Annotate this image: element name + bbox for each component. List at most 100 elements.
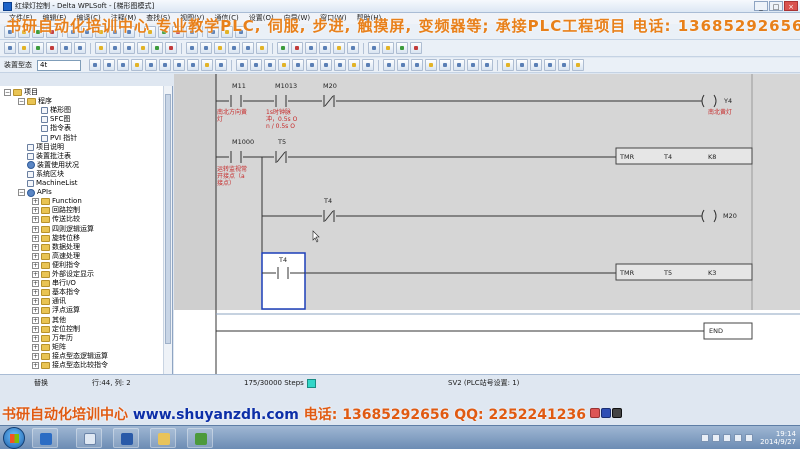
ladder-element-icon[interactable] — [264, 59, 276, 71]
tree-expander-icon[interactable]: + — [32, 271, 39, 278]
minimize-button[interactable]: _ — [754, 1, 768, 11]
tree-item[interactable]: + 基本指令 — [32, 288, 80, 297]
ladder-element-icon[interactable] — [383, 59, 395, 71]
toolbar-tool-icon[interactable] — [95, 42, 107, 54]
tray-keyboard-icon[interactable] — [701, 434, 710, 442]
tree-expander-icon[interactable]: + — [32, 261, 39, 269]
close-button[interactable]: × — [784, 1, 798, 11]
tray-network-icon[interactable] — [712, 434, 721, 442]
ladder-element-icon[interactable] — [117, 59, 129, 71]
toolbar-tool-icon[interactable] — [291, 42, 303, 54]
tree-item[interactable]: + 其他 — [32, 316, 66, 325]
tree-expander-icon[interactable]: + — [32, 252, 39, 260]
ladder-element-icon[interactable] — [131, 59, 143, 71]
ime-help-icon[interactable] — [601, 408, 611, 418]
ladder-element-icon[interactable] — [425, 59, 437, 71]
tree-item[interactable]: MachineList — [18, 179, 78, 188]
toolbar-tool-icon[interactable] — [186, 42, 198, 54]
tree-item[interactable]: 指令表 — [32, 124, 71, 133]
tree-item[interactable]: + 接点型态逻辑运算 — [32, 352, 108, 361]
ladder-element-icon[interactable] — [558, 59, 570, 71]
tree-item[interactable]: 装置批注表 — [18, 152, 71, 161]
toolbar-tool-icon[interactable] — [382, 42, 394, 54]
ladder-element-icon[interactable] — [103, 59, 115, 71]
tray-power-icon[interactable] — [745, 434, 754, 442]
ladder-element-icon[interactable] — [89, 59, 101, 71]
ladder-element-icon[interactable] — [173, 59, 185, 71]
taskbar-app-wplsoft[interactable] — [187, 428, 213, 448]
ladder-element-icon[interactable] — [481, 59, 493, 71]
tree-item[interactable]: − APIs — [18, 188, 52, 197]
ladder-element-icon[interactable] — [278, 59, 290, 71]
tree-expander-icon[interactable]: + — [32, 316, 39, 324]
ladder-element-icon[interactable] — [236, 59, 248, 71]
toolbar-tool-icon[interactable] — [214, 42, 226, 54]
tree-expander-icon[interactable]: + — [32, 343, 39, 351]
tree-item[interactable]: + 四则逻辑运算 — [32, 225, 94, 234]
toolbar-tool-icon[interactable] — [165, 42, 177, 54]
ime-icon[interactable] — [590, 408, 600, 418]
taskbar-app-word[interactable] — [113, 428, 139, 448]
ime-menu-icon[interactable] — [612, 408, 622, 418]
tree-expander-icon[interactable]: + — [32, 198, 39, 206]
tree-item[interactable]: 项目说明 — [18, 143, 64, 152]
tree-expander-icon[interactable]: + — [32, 216, 39, 224]
device-type-select[interactable]: 4t — [37, 59, 81, 71]
taskbar-clock[interactable]: 19:14 2014/9/27 — [760, 430, 796, 446]
taskbar-app-explorer[interactable] — [150, 428, 176, 448]
ladder-element-icon[interactable] — [320, 59, 332, 71]
taskbar-app-notepad[interactable] — [76, 428, 102, 448]
toolbar-tool-icon[interactable] — [333, 42, 345, 54]
ladder-element-icon[interactable] — [334, 59, 346, 71]
tree-item[interactable]: − 项目 — [4, 88, 38, 97]
tree-expander-icon[interactable]: + — [32, 307, 39, 315]
tree-item[interactable]: PVI 指针 — [32, 134, 77, 143]
tree-expander-icon[interactable]: + — [32, 325, 39, 333]
tree-expander-icon[interactable]: + — [32, 352, 39, 360]
ladder-element-icon[interactable] — [250, 59, 262, 71]
tree-item[interactable]: + 万年历 — [32, 334, 73, 343]
toolbar-tool-icon[interactable] — [123, 42, 135, 54]
taskbar-app-maxthon[interactable] — [32, 428, 58, 448]
toolbar-tool-icon[interactable] — [137, 42, 149, 54]
toolbar-tool-icon[interactable] — [368, 42, 380, 54]
ladder-element-icon[interactable] — [187, 59, 199, 71]
tree-expander-icon[interactable]: + — [32, 289, 39, 297]
ladder-element-icon[interactable] — [453, 59, 465, 71]
tree-expander-icon[interactable]: + — [32, 207, 39, 215]
ladder-diagram[interactable]: M11 M1013 M20 南北方向黄 灯 1s时钟脉 冲，0.5s O n /… — [174, 74, 800, 374]
toolbar-tool-icon[interactable] — [60, 42, 72, 54]
toolbar-tool-icon[interactable] — [347, 42, 359, 54]
ladder-element-icon[interactable] — [502, 59, 514, 71]
tree-item[interactable]: 装置使用状况 — [18, 161, 79, 170]
tree-item[interactable]: + 矩阵 — [32, 343, 66, 352]
ladder-element-icon[interactable] — [145, 59, 157, 71]
tree-item[interactable]: 系统区块 — [18, 170, 64, 179]
toolbar-tool-icon[interactable] — [242, 42, 254, 54]
tree-item[interactable]: SFC图 — [32, 115, 70, 124]
tree-item[interactable]: + 通讯 — [32, 297, 66, 306]
tray-flag-icon[interactable] — [723, 434, 732, 442]
tree-item[interactable]: + 高速处理 — [32, 252, 80, 261]
toolbar-tool-icon[interactable] — [228, 42, 240, 54]
toolbar-tool-icon[interactable] — [4, 42, 16, 54]
toolbar-tool-icon[interactable] — [32, 42, 44, 54]
tree-item[interactable]: + 接点型态比较指令 — [32, 361, 108, 370]
ladder-element-icon[interactable] — [397, 59, 409, 71]
tree-expander-icon[interactable]: + — [32, 225, 39, 233]
toolbar-tool-icon[interactable] — [109, 42, 121, 54]
toolbar-tool-icon[interactable] — [410, 42, 422, 54]
tree-item[interactable]: + 便利指令 — [32, 261, 80, 270]
tree-expander-icon[interactable]: − — [18, 189, 25, 197]
tree-item[interactable]: + 旋转位移 — [32, 234, 80, 243]
scroll-thumb[interactable] — [165, 94, 171, 344]
tree-expander-icon[interactable]: − — [18, 98, 25, 106]
toolbar-tool-icon[interactable] — [151, 42, 163, 54]
ladder-element-icon[interactable] — [348, 59, 360, 71]
tray-volume-icon[interactable] — [734, 434, 743, 442]
ladder-element-icon[interactable] — [292, 59, 304, 71]
ladder-element-icon[interactable] — [215, 59, 227, 71]
toolbar-tool-icon[interactable] — [18, 42, 30, 54]
toolbar-tool-icon[interactable] — [256, 42, 268, 54]
tree-expander-icon[interactable]: + — [32, 234, 39, 242]
